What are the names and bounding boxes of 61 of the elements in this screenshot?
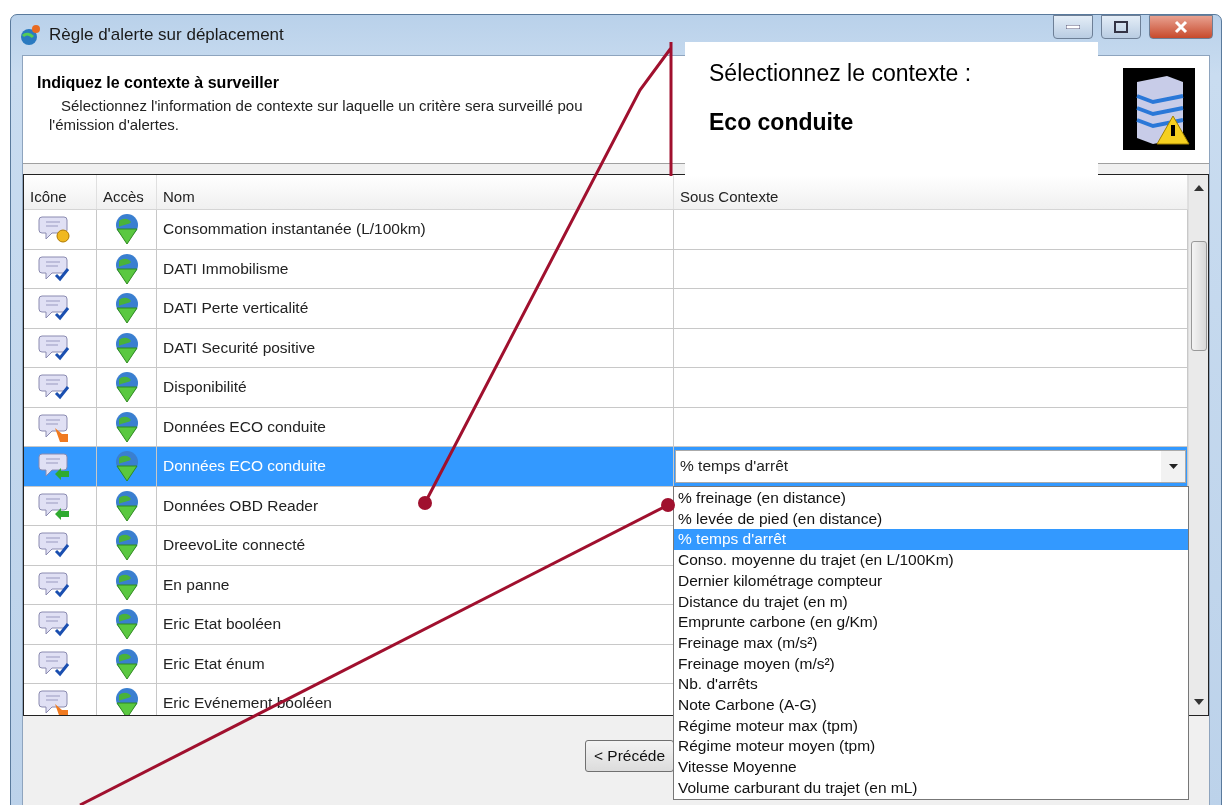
table-cell: Données ECO conduite	[157, 447, 674, 486]
column-header[interactable]: Accès	[97, 175, 157, 209]
table-row[interactable]: DATI Perte verticalité	[24, 289, 1188, 329]
table-row[interactable]: DATI Securité positive	[24, 328, 1188, 368]
globe-download-icon	[113, 647, 141, 680]
description-text: l'émission d'alertes.	[48, 115, 179, 134]
previous-button[interactable]: < Précéde	[585, 740, 675, 772]
globe-download-icon	[113, 489, 141, 522]
globe-download-icon	[113, 568, 141, 601]
globe-download-icon	[113, 450, 141, 483]
table-row[interactable]: Données ECO conduite	[24, 407, 1188, 447]
column-header[interactable]: Nom	[157, 175, 674, 209]
table-cell: DATI Immobilisme	[157, 249, 674, 288]
table-row[interactable]: Disponibilité	[24, 368, 1188, 408]
table-row[interactable]: Données ECO conduite % temps d'arrêt	[24, 447, 1188, 487]
dropdown-option[interactable]: Freinage moyen (m/s²)	[674, 653, 1188, 675]
maximize-icon	[1114, 21, 1128, 33]
minimize-icon	[1066, 25, 1080, 29]
dropdown-option[interactable]: Note Carbone (A-G)	[674, 695, 1188, 716]
table-cell: DATI Perte verticalité	[157, 289, 674, 328]
globe-download-icon	[113, 529, 141, 562]
close-button[interactable]	[1149, 15, 1213, 39]
table-cell: Consommation instantanée (L/100km)	[157, 210, 674, 249]
sub-context-dropdown[interactable]: % temps d'arrêt	[675, 450, 1186, 483]
globe-download-icon	[113, 687, 141, 715]
dropdown-option[interactable]: Volume carburant du trajet (en mL)	[674, 777, 1188, 799]
globe-download-icon	[113, 252, 141, 285]
table-row[interactable]: Consommation instantanée (L/100km)	[24, 210, 1188, 250]
dropdown-option[interactable]: Dernier kilométrage compteur	[674, 570, 1188, 592]
dropdown-option[interactable]: Régime moteur max (tpm)	[674, 715, 1188, 737]
globe-download-icon	[113, 331, 141, 364]
globe-download-icon	[113, 608, 141, 641]
close-icon	[1174, 20, 1188, 34]
scroll-thumb[interactable]	[1190, 241, 1207, 351]
dropdown-option[interactable]: Vitesse Moyenne	[674, 757, 1188, 778]
column-header[interactable]: Icône	[24, 175, 97, 209]
page-heading: Indiquez le contexte à surveiller	[37, 74, 279, 92]
table-row[interactable]: DATI Immobilisme	[24, 249, 1188, 289]
minimize-button[interactable]	[1053, 15, 1093, 39]
globe-download-icon	[113, 371, 141, 404]
globe-download-icon	[113, 410, 141, 443]
description-text: Sélectionnez l'information de contexte sur laquelle un critère sera surveillé pou	[60, 96, 583, 115]
dropdown-option[interactable]: % freinage (en distance)	[674, 488, 1188, 509]
table-cell: Données ECO conduite	[157, 407, 674, 446]
callout-title: Sélectionnez le contexte :	[709, 60, 973, 87]
caret-icon	[1168, 463, 1178, 469]
dropdown-option[interactable]: Régime moteur moyen (tpm)	[674, 736, 1188, 758]
globe-download-icon	[113, 292, 141, 325]
app-icon	[19, 24, 41, 46]
maximize-button[interactable]	[1101, 15, 1141, 39]
table-cell: Disponibilité	[157, 368, 674, 407]
message-coin-icon	[38, 213, 72, 246]
scroll-down-icon	[1193, 699, 1204, 705]
window-title: Règle d'alerte sur déplacement	[49, 25, 284, 45]
server-warning-icon	[1123, 68, 1195, 150]
scroll-up-icon	[1193, 185, 1204, 191]
scrollbar[interactable]	[1188, 175, 1208, 715]
dropdown-option[interactable]: Emprunte carbone (en g/Km)	[674, 612, 1188, 633]
table-cell: DATI Securité positive	[157, 328, 674, 367]
callout-value: Eco conduite	[709, 109, 855, 136]
globe-download-icon	[113, 213, 141, 246]
